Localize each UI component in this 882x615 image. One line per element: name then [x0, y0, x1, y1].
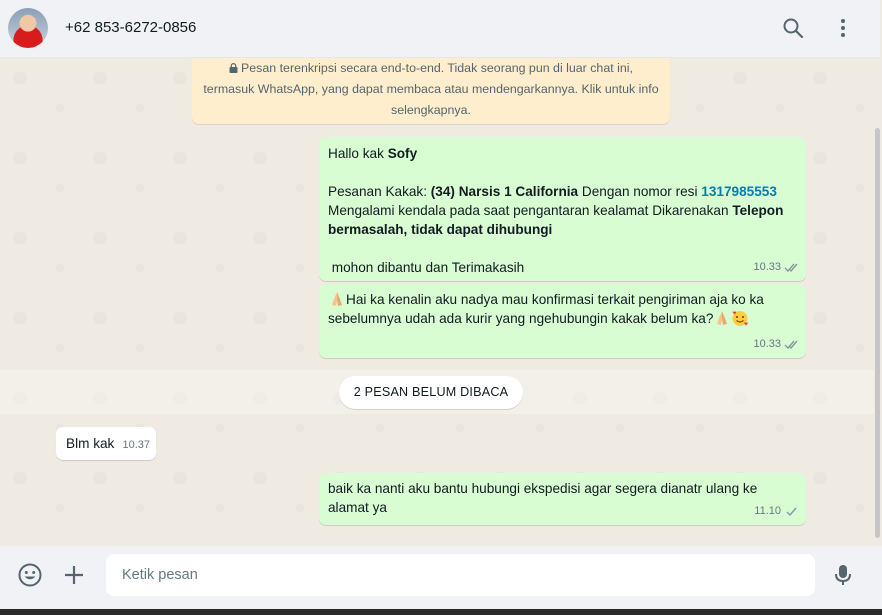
- message-body: Blm kak: [66, 436, 115, 451]
- contact-avatar[interactable]: [8, 8, 48, 48]
- contact-name[interactable]: +62 853-6272-0856: [65, 19, 196, 36]
- emoji-icon[interactable]: [17, 562, 43, 588]
- tracking-number-link[interactable]: 1317985553: [701, 184, 777, 199]
- double-check-icon: [784, 340, 798, 350]
- os-taskbar-edge: [0, 609, 882, 615]
- double-check-icon: [784, 263, 798, 273]
- message-meta: 10.37: [122, 436, 150, 455]
- message-time: 10.33: [753, 338, 781, 350]
- encryption-notice-line2: termasuk WhatsApp, yang dapat membaca at…: [203, 82, 659, 96]
- message-time: 10.33: [753, 261, 781, 273]
- plus-icon[interactable]: [61, 562, 87, 588]
- message-body: baik ka nanti aku bantu hubungi ekspedis…: [328, 481, 758, 515]
- message-composer: [0, 546, 882, 615]
- message-time: 11.10: [754, 505, 781, 517]
- unread-messages-divider: 2 PESAN BELUM DIBACA: [339, 376, 523, 409]
- encryption-notice-line3: selengkapnya.: [391, 103, 471, 117]
- chat-header: +62 853-6272-0856: [0, 0, 880, 58]
- message-meta: 10.33: [753, 335, 800, 354]
- praying-hands-emoji-icon: [332, 292, 342, 306]
- message-meta: 11.10: [754, 502, 800, 521]
- message-time: 10.37: [122, 439, 150, 451]
- search-icon[interactable]: [781, 16, 805, 40]
- encryption-notice[interactable]: Pesan terenkripsi secara end-to-end. Tid…: [192, 58, 670, 124]
- outgoing-message[interactable]: Hai ka kenalin aku nadya mau konfirmasi …: [319, 284, 806, 358]
- encryption-notice-line1: Pesan terenkripsi secara end-to-end. Tid…: [241, 61, 633, 75]
- chat-area[interactable]: Pesan terenkripsi secara end-to-end. Tid…: [0, 58, 874, 546]
- lock-icon: [229, 63, 238, 73]
- message-greeting: Hallo kak Sofy: [328, 146, 418, 161]
- outgoing-message[interactable]: Hallo kak Sofy Pesanan Kakak: (34) Narsi…: [319, 137, 806, 281]
- incoming-message[interactable]: Blm kak 10.37: [56, 427, 156, 460]
- message-text: Hai ka kenalin aku nadya mau konfirmasi …: [328, 290, 798, 328]
- praying-hands-emoji-icon: [717, 311, 728, 325]
- microphone-icon[interactable]: [830, 562, 856, 588]
- outgoing-message[interactable]: baik ka nanti aku bantu hubungi ekspedis…: [319, 473, 806, 525]
- message-body: Hai ka kenalin aku nadya mau konfirmasi …: [328, 292, 764, 326]
- message-meta: 10.33: [753, 258, 800, 277]
- more-vertical-icon[interactable]: [831, 16, 855, 40]
- single-check-icon: [786, 507, 797, 517]
- message-input[interactable]: [106, 554, 815, 596]
- message-order: Pesanan Kakak: (34) Narsis 1 California …: [328, 184, 784, 237]
- scrollbar-thumb[interactable]: [875, 128, 880, 538]
- message-closing: mohon dibantu dan Terimakasih: [328, 260, 525, 275]
- chat-scrollbar[interactable]: [874, 58, 882, 546]
- smiling-hearts-emoji-icon: [732, 311, 749, 326]
